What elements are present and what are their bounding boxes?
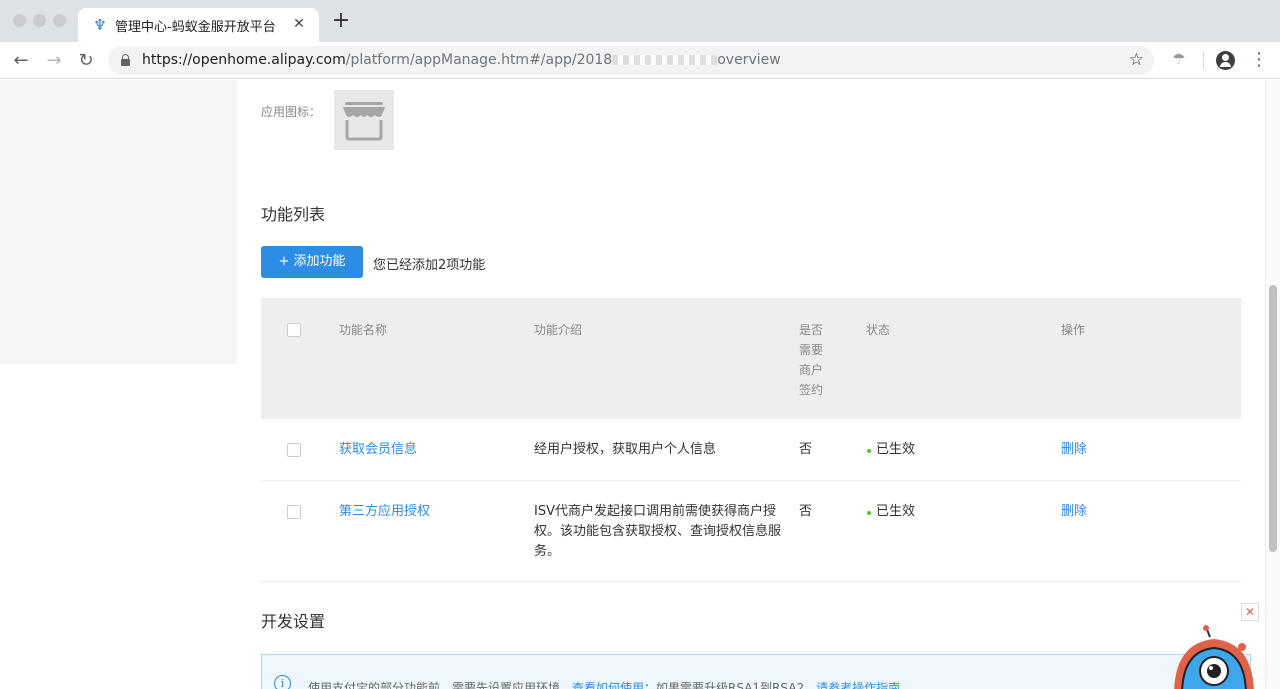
col-feature-intro: 功能介绍 <box>534 323 583 337</box>
col-actions: 操作 <box>1061 323 1086 337</box>
col-feature-name: 功能名称 <box>339 323 388 337</box>
browser-tab[interactable]: ♆ 管理中心-蚂蚁金服开放平台 ✕ <box>78 8 319 42</box>
status-dot-icon <box>867 449 871 453</box>
dev-settings-notice: i 使用支付宝的部分功能前，需要先设置应用环境，查看如何使用；如果需要升级RSA… <box>261 654 1251 689</box>
row-checkbox[interactable] <box>287 443 301 457</box>
feature-list-title: 功能列表 <box>261 205 326 224</box>
status-text: 已生效 <box>876 504 916 519</box>
delete-link[interactable]: 删除 <box>1061 502 1087 522</box>
col-need-sign: 是否 需要 商户 签约 <box>799 323 824 397</box>
tab-close-icon[interactable]: ✕ <box>290 15 308 33</box>
table-row: 第三方应用授权 ISV代商户发起接口调用前需使获得商户授 权。该功能包含获取授权… <box>261 481 1241 582</box>
added-count-text: 您已经添加2项功能 <box>373 258 486 273</box>
app-icon-label: 应用图标： <box>261 105 322 119</box>
info-icon: i <box>274 675 291 689</box>
col-status: 状态 <box>866 323 891 337</box>
ant-favicon-icon: ♆ <box>93 16 107 34</box>
redacted-app-id <box>612 55 718 65</box>
scrollbar-thumb[interactable] <box>1269 285 1277 552</box>
feature-name-link[interactable]: 第三方应用授权 <box>339 502 430 522</box>
profile-avatar-icon[interactable] <box>1216 51 1235 70</box>
toolbar-divider <box>1203 52 1204 70</box>
table-row: 获取会员信息 经用户授权，获取用户个人信息 否 已生效 删除 <box>261 419 1241 481</box>
feature-intro: ISV代商户发起接口调用前需使获得商户授 权。该功能包含获取授权、查询授权信息服… <box>534 504 782 559</box>
url-text: https://openhome.alipay.com/platform/app… <box>142 52 781 68</box>
lock-icon <box>121 54 130 66</box>
bookmark-star-icon[interactable]: ☆ <box>1129 50 1144 70</box>
status-dot-icon <box>867 511 871 515</box>
window-close-button[interactable] <box>13 14 26 27</box>
browser-tab-bar: ♆ 管理中心-蚂蚁金服开放平台 ✕ + <box>0 0 1280 42</box>
window-maximize-button[interactable] <box>53 14 66 27</box>
more-menu-icon[interactable]: ⋮ <box>1250 50 1268 72</box>
address-bar[interactable]: https://openhome.alipay.com/platform/app… <box>108 46 1154 75</box>
page-viewport: 应用图标： 功能列表 + 添加功能 您已经添加2项功能 功能名称 功能介绍 是否… <box>0 80 1280 689</box>
close-float-icon[interactable]: ✕ <box>1241 603 1259 621</box>
browser-toolbar: ← → ↻ https://openhome.alipay.com/platfo… <box>0 42 1280 79</box>
left-sidebar-panel <box>0 80 237 364</box>
notice-text: 使用支付宝的部分功能前，需要先设置应用环境，查看如何使用；如果需要升级RSA1到… <box>308 679 912 689</box>
window-minimize-button[interactable] <box>33 14 46 27</box>
feature-intro: 经用户授权，获取用户个人信息 <box>534 442 717 457</box>
add-feature-button[interactable]: + 添加功能 <box>261 246 363 278</box>
feature-name-link[interactable]: 获取会员信息 <box>339 440 417 460</box>
extension-umbrella-icon[interactable]: ☂ <box>1170 50 1188 68</box>
reload-icon[interactable]: ↻ <box>75 50 97 72</box>
need-sign-value: 否 <box>799 442 813 457</box>
row-checkbox[interactable] <box>287 505 301 519</box>
how-to-use-link[interactable]: 查看如何使用 <box>572 681 644 689</box>
delete-link[interactable]: 删除 <box>1061 440 1087 460</box>
need-sign-value: 否 <box>799 504 813 519</box>
status-text: 已生效 <box>876 442 916 457</box>
forward-arrow-icon[interactable]: → <box>43 50 65 72</box>
guide-link[interactable]: 请参考操作指南 <box>816 681 900 689</box>
app-icon-placeholder <box>334 90 394 150</box>
storefront-icon <box>343 102 385 141</box>
tab-title: 管理中心-蚂蚁金服开放平台 <box>115 20 276 35</box>
back-arrow-icon[interactable]: ← <box>10 50 32 72</box>
page-scrollbar[interactable] <box>1265 80 1280 689</box>
new-tab-icon[interactable]: + <box>330 10 352 33</box>
feature-table-header: 功能名称 功能介绍 是否 需要 商户 签约 状态 操作 <box>261 298 1241 419</box>
select-all-checkbox[interactable] <box>287 323 301 337</box>
dev-settings-title: 开发设置 <box>261 612 326 631</box>
assistant-robot-icon[interactable] <box>1170 625 1262 689</box>
